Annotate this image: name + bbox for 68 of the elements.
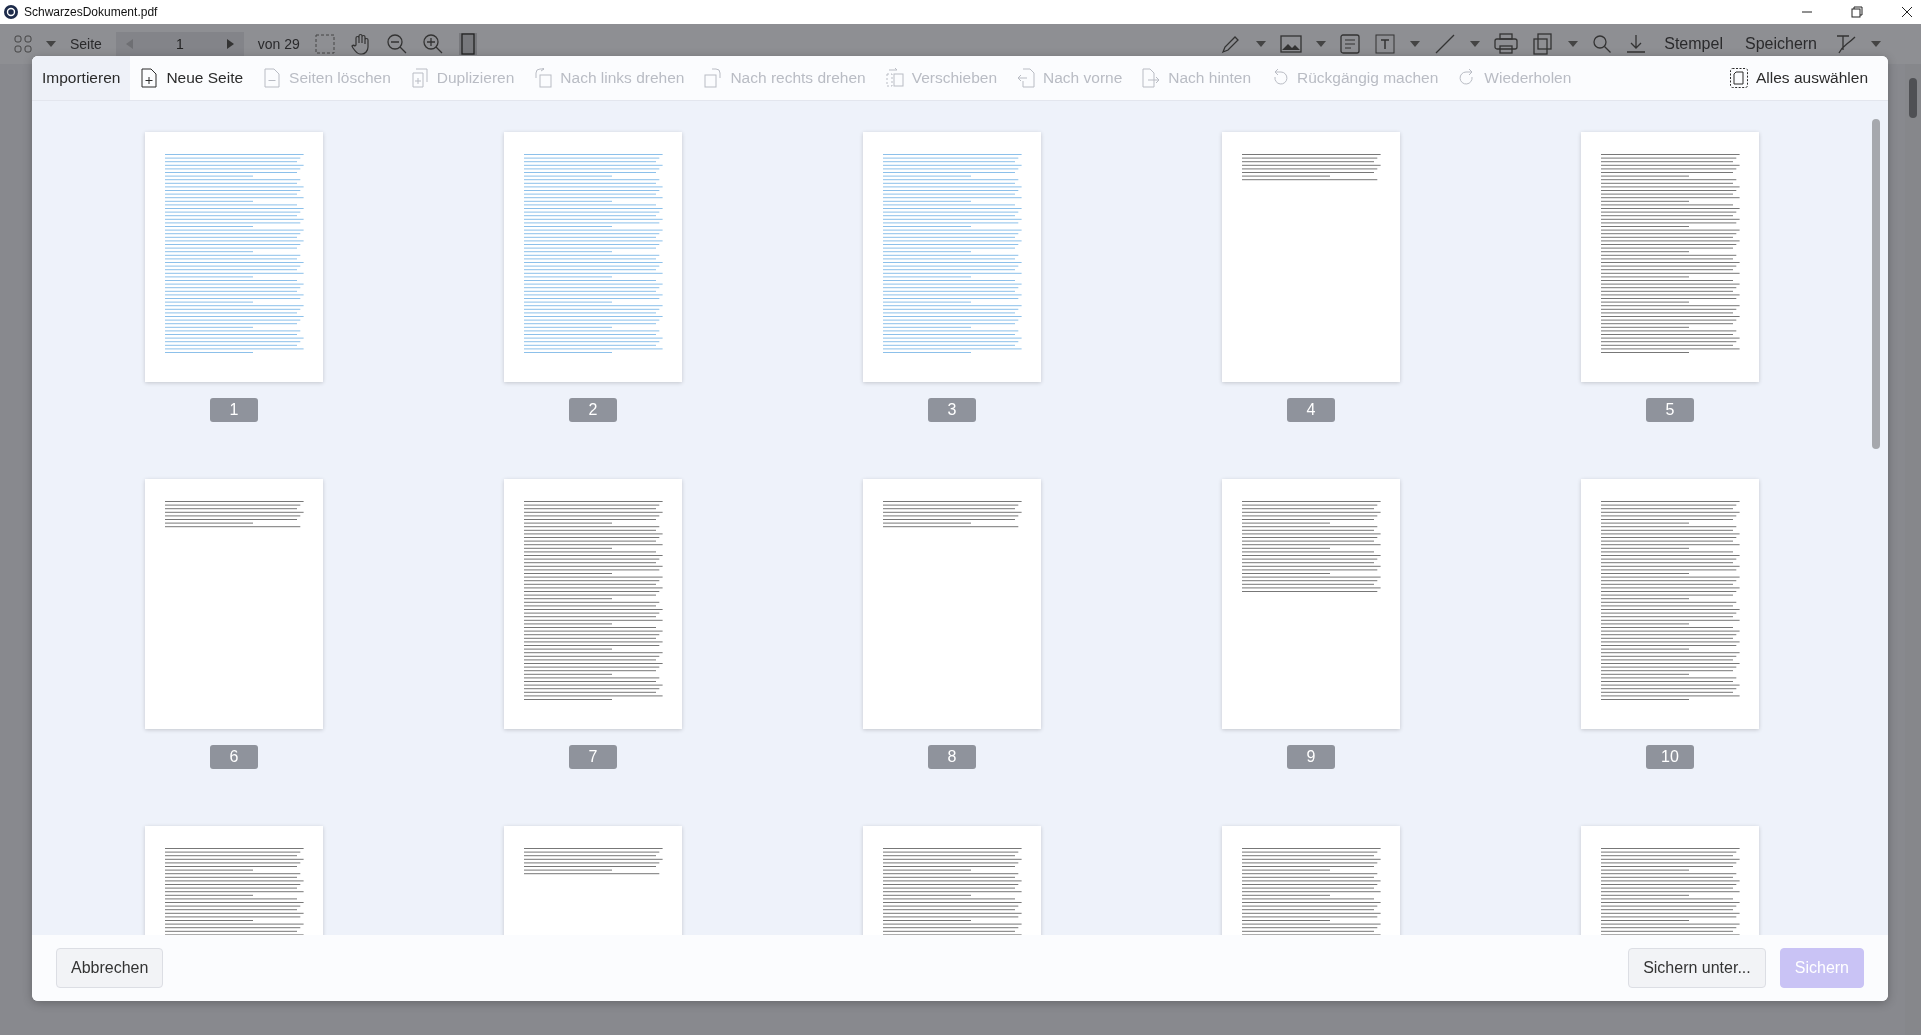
forward-icon — [1017, 68, 1035, 88]
app-logo-icon — [4, 5, 18, 19]
zoom-in-icon[interactable] — [421, 33, 444, 55]
page-number: 4 — [1287, 398, 1335, 422]
caret-icon[interactable] — [1568, 41, 1579, 47]
toolbar-button[interactable]: Neue Seite — [130, 56, 254, 100]
note-icon[interactable] — [1340, 34, 1361, 54]
search-icon[interactable] — [1592, 34, 1613, 54]
page-thumbnail[interactable] — [1581, 132, 1759, 382]
hand-icon[interactable] — [349, 33, 372, 55]
page-number: 6 — [210, 745, 258, 769]
page-plus-icon — [140, 68, 159, 88]
page-number: 10 — [1646, 745, 1694, 769]
page-thumbnail[interactable] — [1581, 479, 1759, 729]
caret-icon[interactable] — [1871, 41, 1881, 47]
print-icon[interactable] — [1494, 33, 1519, 55]
move-icon — [885, 68, 904, 88]
page-thumbnail[interactable] — [863, 132, 1041, 382]
page-view-icon[interactable] — [457, 32, 478, 56]
page-thumbnail[interactable] — [863, 479, 1041, 729]
next-page-icon[interactable] — [225, 39, 234, 49]
caret-icon[interactable] — [1316, 41, 1327, 47]
save-button[interactable]: Speichern — [1740, 35, 1821, 53]
stamp-button[interactable]: Stempel — [1660, 35, 1727, 53]
page-number: 3 — [928, 398, 976, 422]
image-icon[interactable] — [1280, 35, 1303, 53]
close-icon[interactable] — [1901, 6, 1913, 18]
page-thumbnail[interactable] — [504, 132, 682, 382]
grid-icon[interactable] — [14, 35, 32, 53]
caret-icon[interactable] — [46, 41, 56, 47]
cancel-button[interactable]: Abbrechen — [56, 948, 164, 988]
window-title: SchwarzesDokument.pdf — [24, 5, 158, 19]
page-number: 2 — [569, 398, 617, 422]
page-thumbnail[interactable] — [145, 479, 323, 729]
page-thumbnail[interactable] — [1222, 132, 1400, 382]
backward-icon — [1142, 68, 1161, 88]
download-icon[interactable] — [1626, 34, 1647, 54]
caret-icon[interactable] — [1470, 41, 1481, 47]
caret-icon[interactable] — [1410, 41, 1421, 47]
text-box-icon[interactable] — [1374, 33, 1397, 55]
restore-icon[interactable] — [1851, 6, 1863, 18]
page-thumbnail[interactable] — [145, 132, 323, 382]
page-number: 7 — [569, 745, 617, 769]
copy-icon[interactable] — [1532, 33, 1555, 55]
selection-icon[interactable] — [313, 33, 336, 55]
rotate-left-icon — [534, 68, 553, 88]
save-as-button[interactable]: Sichern unter... — [1628, 948, 1766, 988]
page-number: 9 — [1287, 745, 1335, 769]
page-number: 8 — [928, 745, 976, 769]
rotate-right-icon — [704, 68, 723, 88]
scrollbar-thumb[interactable] — [1872, 119, 1880, 449]
zoom-out-icon[interactable] — [385, 33, 408, 55]
page-number: 1 — [210, 398, 258, 422]
page-minus-icon — [263, 68, 282, 88]
scrollbar-thumb[interactable] — [1909, 78, 1917, 118]
caret-icon[interactable] — [1256, 41, 1267, 47]
page-thumbnail[interactable] — [1222, 479, 1400, 729]
page-number: 5 — [1646, 398, 1694, 422]
select-all-icon — [1730, 68, 1748, 88]
line-icon[interactable] — [1434, 33, 1457, 55]
signature-icon[interactable] — [1835, 33, 1857, 55]
import-tab[interactable]: Importieren — [32, 56, 131, 100]
page-total: von 29 — [257, 36, 300, 52]
page-label: Seite — [70, 36, 102, 52]
page-thumbnail[interactable] — [504, 479, 682, 729]
toolbar-button[interactable]: Alles auswählen — [1720, 56, 1878, 100]
duplicate-icon — [410, 68, 429, 88]
undo-icon — [1271, 68, 1289, 88]
